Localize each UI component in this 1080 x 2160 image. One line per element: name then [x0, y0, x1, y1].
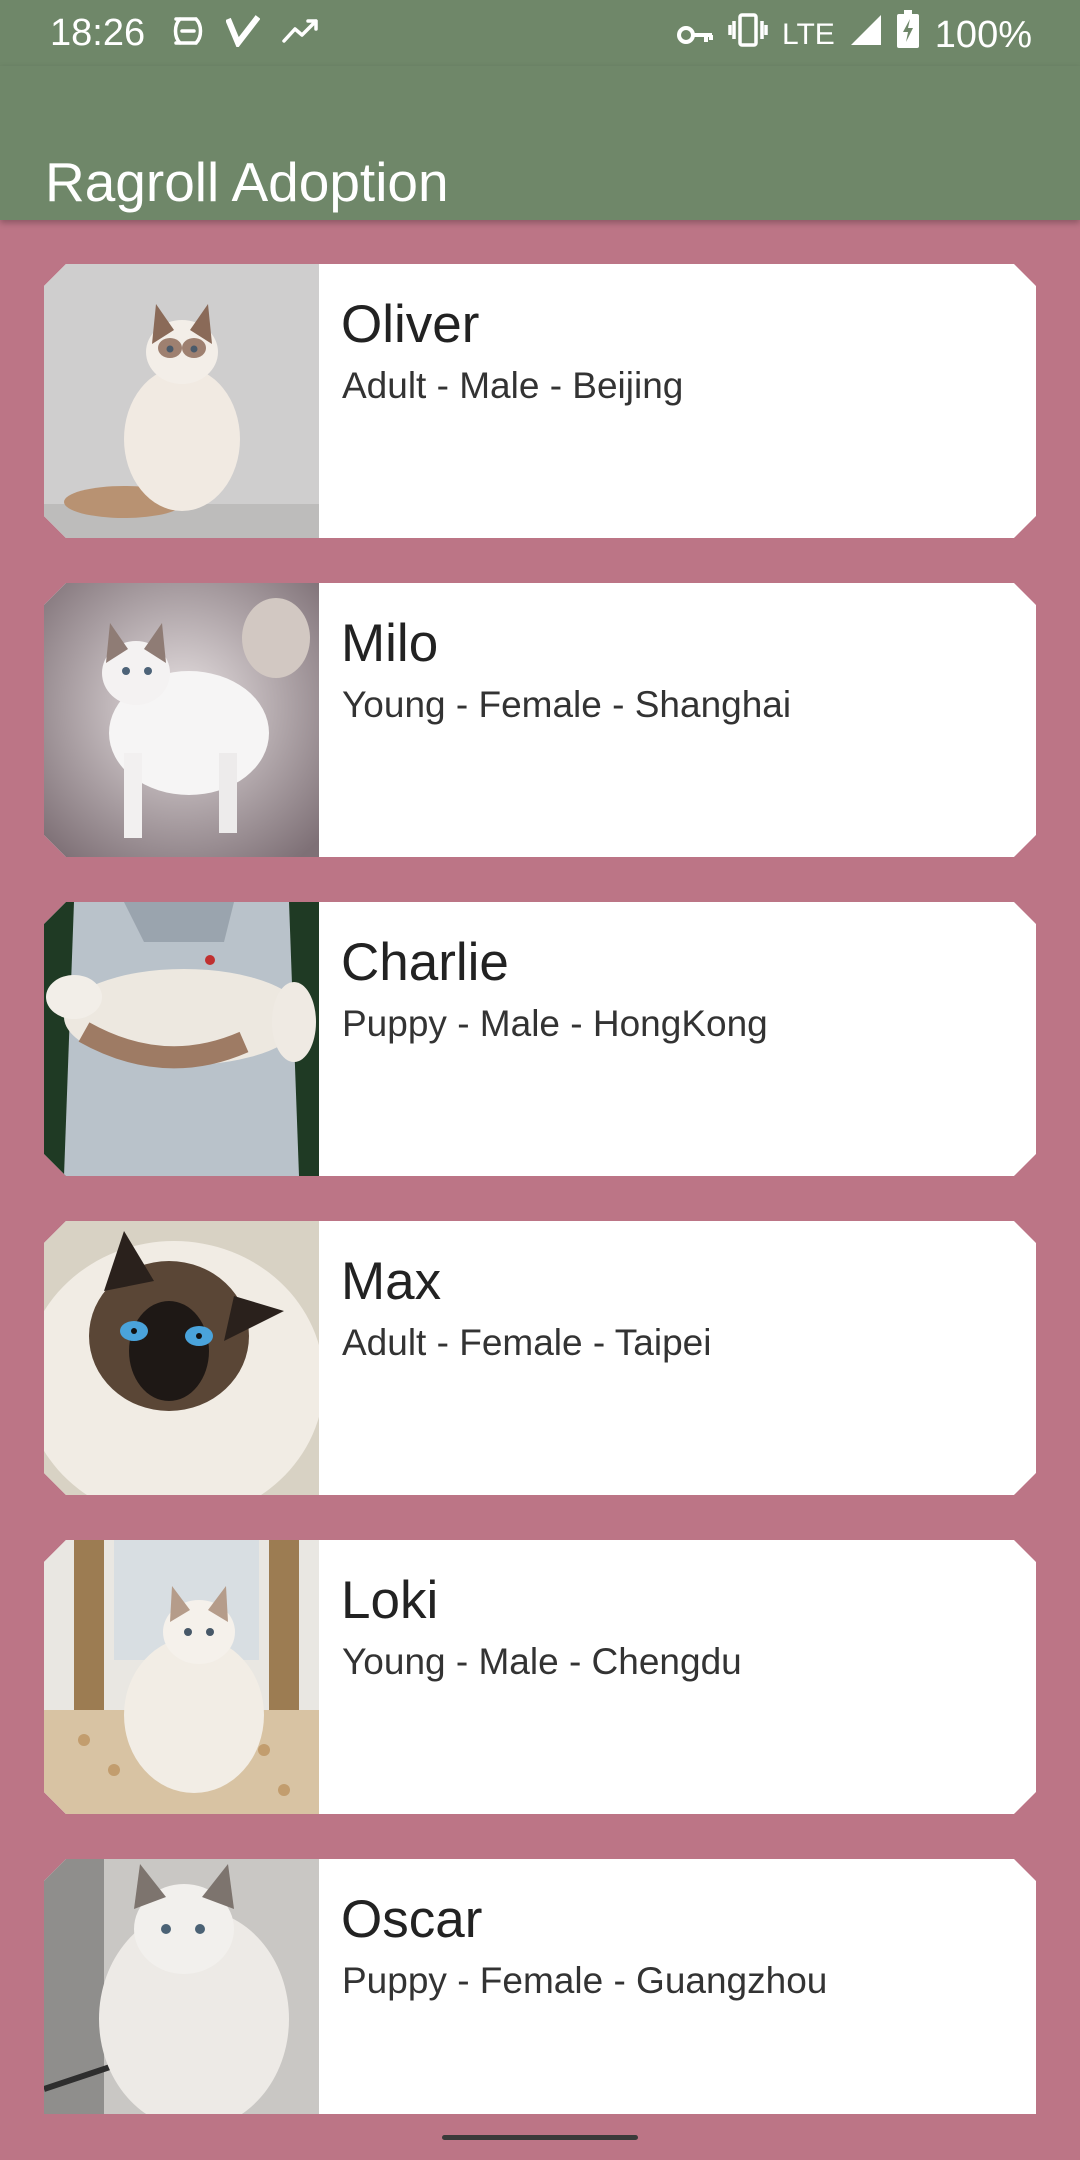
trending-icon [282, 17, 320, 50]
cat-photo [44, 1221, 319, 1495]
gesture-nav-handle[interactable] [442, 2135, 638, 2140]
cat-card-oscar[interactable]: Oscar Puppy - Female - Guangzhou [44, 1859, 1036, 2114]
battery-charging-icon [896, 10, 919, 59]
app-bar: Ragroll Adoption [0, 66, 1080, 220]
cat-photo [44, 1859, 319, 2114]
data-saver-icon [172, 13, 204, 54]
status-notification-icons [172, 13, 320, 54]
status-system-icons: LTE 100% [676, 10, 1032, 59]
cat-details: Puppy - Male - HongKong [342, 1003, 768, 1044]
cat-name: Oscar [341, 1890, 483, 1949]
cat-card-loki[interactable]: Loki Young - Male - Chengdu [44, 1540, 1036, 1814]
status-time: 18:26 [50, 12, 146, 54]
signal-icon [849, 12, 883, 58]
network-type: LTE [782, 17, 835, 51]
cat-photo [44, 1540, 319, 1814]
cat-details: Adult - Male - Beijing [342, 365, 684, 406]
status-bar: 18:26 LTE 100% [0, 0, 1080, 66]
cat-photo [44, 902, 319, 1176]
vibrate-icon [728, 12, 768, 58]
cat-list[interactable]: Oliver Adult - Male - Beijing Milo Young… [44, 264, 1036, 2159]
cat-details: Young - Female - Shanghai [342, 684, 792, 725]
cat-details: Adult - Female - Taipei [342, 1322, 712, 1363]
cat-name: Oliver [341, 295, 480, 354]
cat-name: Loki [341, 1571, 439, 1630]
cat-card-max[interactable]: Max Adult - Female - Taipei [44, 1221, 1036, 1495]
cat-card-oliver[interactable]: Oliver Adult - Male - Beijing [44, 264, 1036, 538]
cat-photo [44, 264, 319, 538]
cat-details: Young - Male - Chengdu [342, 1641, 742, 1682]
cat-card-charlie[interactable]: Charlie Puppy - Male - HongKong [44, 902, 1036, 1176]
cat-name: Charlie [341, 933, 509, 992]
app-title: Ragroll Adoption [45, 150, 449, 213]
vpn-key-icon [676, 12, 714, 58]
battery-percentage: 100% [934, 13, 1032, 56]
cat-details: Puppy - Female - Guangzhou [342, 1960, 828, 2001]
cat-name: Milo [341, 614, 439, 673]
cat-card-milo[interactable]: Milo Young - Female - Shanghai [44, 583, 1036, 857]
cat-photo [44, 583, 319, 857]
check-v-icon [225, 15, 261, 52]
cat-name: Max [341, 1252, 442, 1311]
